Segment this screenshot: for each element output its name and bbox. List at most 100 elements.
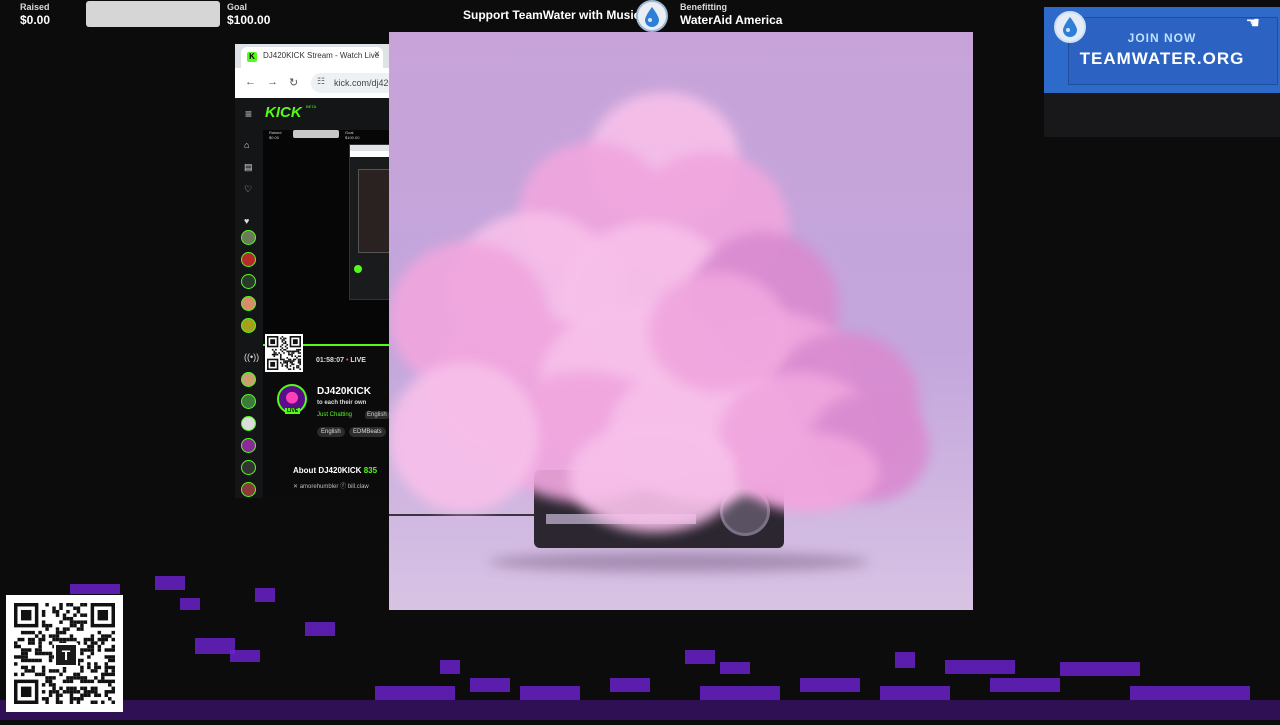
followed-channel-avatar[interactable] xyxy=(241,274,256,289)
x-icon: ✕ xyxy=(293,484,299,490)
fundraiser-progress-bar xyxy=(86,1,220,27)
water-drop-icon xyxy=(636,0,668,32)
visualizer-block xyxy=(945,660,1015,674)
followed-channel-avatar[interactable] xyxy=(241,296,256,311)
visualizer-block xyxy=(610,678,650,692)
preview-progress-bar xyxy=(293,130,339,138)
recommended-channel-avatar[interactable] xyxy=(241,438,256,453)
smoke-puff xyxy=(569,422,739,532)
tab-title: DJ420KICK Stream - Watch Live xyxy=(263,51,380,60)
close-icon[interactable]: × xyxy=(374,49,380,60)
forward-arrow-icon[interactable]: → xyxy=(267,76,278,88)
facebook-icon: ⓕ xyxy=(340,484,347,490)
reload-icon[interactable]: ↻ xyxy=(289,76,298,89)
followed-channel-avatar[interactable] xyxy=(241,318,256,333)
qr-code[interactable]: T xyxy=(6,595,123,712)
kick-beta-badge: BETA xyxy=(306,104,317,109)
visualizer-block xyxy=(700,686,780,700)
raised-stat: Raised $0.00 xyxy=(20,2,50,28)
recommended-channel-avatar[interactable] xyxy=(241,460,256,475)
kick-logo[interactable]: KICK xyxy=(265,104,302,121)
visualizer-block xyxy=(180,598,200,610)
address-bar[interactable]: ☷ kick.com/dj420kick xyxy=(311,73,389,93)
kick-sidebar: ⌂ ▤ ♡ ♥ ((•)) xyxy=(235,130,263,498)
browser-window[interactable]: K DJ420KICK Stream - Watch Live × ← → ↻ … xyxy=(235,44,389,498)
channel-name[interactable]: DJ420KICK xyxy=(317,386,371,397)
menu-icon[interactable]: ≡ xyxy=(245,107,252,121)
raised-label: Raised xyxy=(20,2,50,12)
followed-heart-icon: ♥ xyxy=(244,216,250,226)
smoke-puff xyxy=(389,362,539,512)
radio-cable xyxy=(389,514,539,516)
visualizer-block xyxy=(230,650,260,662)
recommended-icon: ((•)) xyxy=(244,352,260,362)
back-arrow-icon[interactable]: ← xyxy=(245,76,256,88)
recommended-channel-avatar[interactable] xyxy=(241,394,256,409)
home-icon[interactable]: ⌂ xyxy=(244,140,249,150)
join-teamwater-banner[interactable]: ☚ JOIN NOW TEAMWATER.ORG xyxy=(1044,7,1280,93)
visualizer-block xyxy=(720,662,750,674)
visualizer-block xyxy=(895,652,915,668)
join-now-text: JOIN NOW xyxy=(1127,31,1197,45)
visualizer-block xyxy=(70,584,120,594)
stream-video-preview[interactable]: Raised $0.00 Goal $100.00 xyxy=(263,130,389,344)
stream-tag[interactable]: EDMBeats xyxy=(349,427,386,437)
qr-logo: T xyxy=(54,643,78,667)
smoke-puff xyxy=(649,272,789,392)
tab-strip: K DJ420KICK Stream - Watch Live × xyxy=(235,44,389,68)
visualizer-block xyxy=(470,678,510,692)
benefitting-label: Benefitting xyxy=(680,2,727,12)
stream-tag[interactable]: English xyxy=(317,427,345,437)
visualizer-block xyxy=(1060,662,1140,676)
preview-goal: Goal $100.00 xyxy=(345,130,359,140)
smoke-puff xyxy=(739,432,879,512)
recommended-channel-avatar[interactable] xyxy=(241,416,256,431)
visualizer-block xyxy=(375,686,455,700)
visualizer-block xyxy=(990,678,1060,692)
live-dot-icon: • xyxy=(345,357,349,364)
followed-channel-avatar[interactable] xyxy=(241,230,256,245)
visualizer-block xyxy=(1130,686,1250,700)
about-label: About DJ420KICK xyxy=(293,466,362,475)
nested-browser-preview xyxy=(349,144,389,300)
browse-icon[interactable]: ▤ xyxy=(244,162,253,173)
visualizer-block xyxy=(520,686,580,700)
followed-channel-avatar[interactable] xyxy=(241,252,256,267)
visualizer-block xyxy=(0,700,1280,720)
visualizer-block xyxy=(155,576,185,590)
site-info-icon[interactable]: ☷ xyxy=(317,76,325,87)
language-tag[interactable]: English xyxy=(365,411,389,419)
visualizer-block xyxy=(685,650,715,664)
visualizer-block xyxy=(305,622,335,636)
preview-raised: Raised $0.00 xyxy=(269,130,281,140)
teamwater-url-text: TEAMWATER.ORG xyxy=(1079,49,1245,68)
live-badge: LIVE xyxy=(285,408,301,414)
recommended-channel-avatar[interactable] xyxy=(241,372,256,387)
browser-tab[interactable]: K DJ420KICK Stream - Watch Live × xyxy=(241,47,383,68)
about-heading: About DJ420KICK 835 xyxy=(293,466,377,475)
visualizer-block xyxy=(195,638,235,654)
kick-header: ≡ KICK BETA xyxy=(235,98,389,130)
visualizer-block xyxy=(255,588,275,602)
following-icon[interactable]: ♡ xyxy=(244,184,252,195)
recommended-channel-avatar[interactable] xyxy=(241,482,256,497)
follower-count: 835 xyxy=(363,466,378,475)
preview-goal-value: $100.00 xyxy=(345,135,360,140)
x-handle[interactable]: amorehumbler xyxy=(300,484,339,490)
album-art xyxy=(389,32,973,610)
audio-visualizer xyxy=(0,560,1280,720)
preview-raised-value: $0.00 xyxy=(269,135,280,140)
visualizer-block xyxy=(440,660,460,674)
kick-favicon-icon: K xyxy=(247,52,257,62)
raised-value: $0.00 xyxy=(20,13,51,27)
goal-label: Goal xyxy=(227,2,248,12)
stream-category[interactable]: Just Chatting xyxy=(317,412,352,418)
browser-navbar: ← → ↻ ☷ kick.com/dj420kick xyxy=(235,68,389,98)
benefitting-value: WaterAid America xyxy=(680,13,783,27)
stream-uptime: 01:58:07 xyxy=(316,357,345,364)
facebook-handle[interactable]: bill.claw xyxy=(348,484,369,490)
visualizer-block xyxy=(800,678,860,692)
social-links: ✕ amorehumbler ⓕ bill.claw xyxy=(293,481,369,490)
visualizer-block xyxy=(880,686,950,700)
support-text: Support TeamWater with Music xyxy=(463,8,641,22)
